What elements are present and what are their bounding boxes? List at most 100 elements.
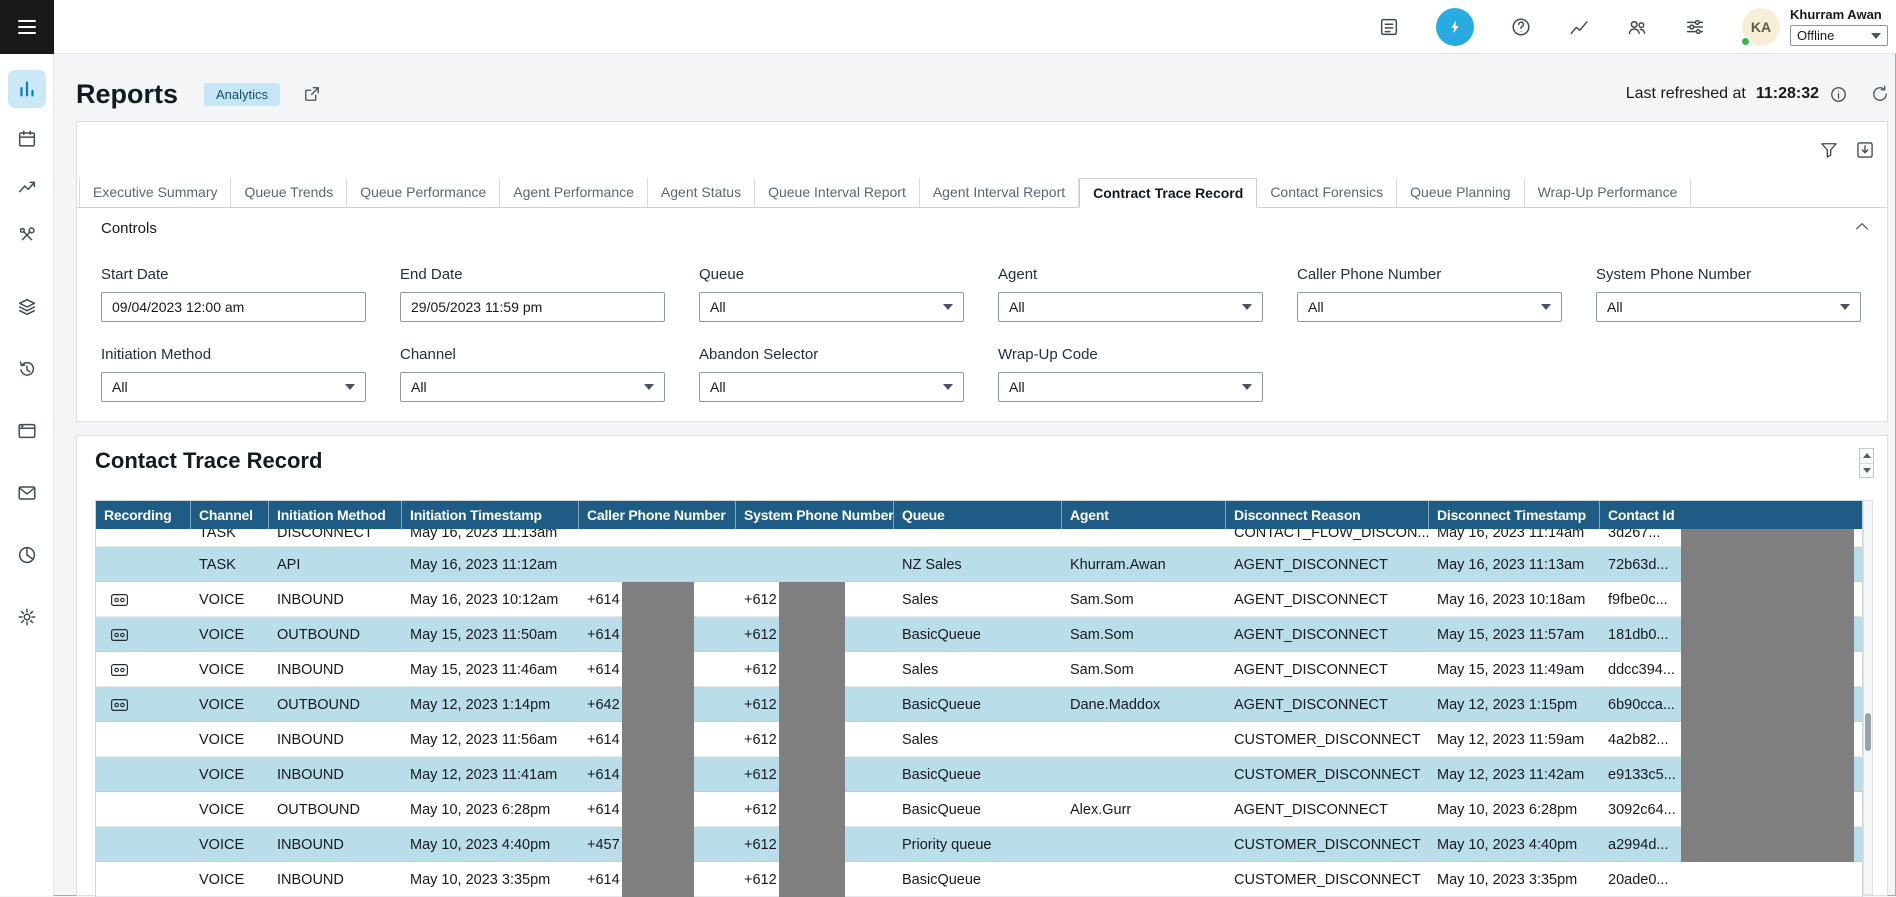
cell-initiation-method: INBOUND [269, 827, 402, 862]
table-row[interactable]: VOICEINBOUNDMay 10, 2023 3:35pm+614+612B… [96, 862, 1862, 897]
cell-queue: Priority queue [894, 827, 1062, 862]
metrics-icon[interactable] [1568, 16, 1590, 38]
tab-queue-interval-report[interactable]: Queue Interval Report [755, 178, 920, 207]
cell-recording [96, 792, 191, 827]
column-header-contact-id[interactable]: Contact Id [1600, 501, 1862, 529]
filter-caller-phone-number: Caller Phone NumberAll [1297, 266, 1562, 322]
tab-agent-performance[interactable]: Agent Performance [500, 178, 648, 207]
table-row[interactable]: TASKAPIMay 16, 2023 11:12amNZ SalesKhurr… [96, 547, 1862, 582]
table-scrollbar-thumb[interactable] [1865, 713, 1871, 751]
table-stepper[interactable] [1859, 448, 1874, 478]
filter-select-channel[interactable]: All [400, 372, 665, 402]
mail-icon [16, 482, 38, 504]
tab-contact-forensics[interactable]: Contact Forensics [1257, 178, 1397, 207]
filter-label: Abandon Selector [699, 346, 964, 363]
table-body: TASKDISCONNECTMay 16, 2023 11:13amCONTAC… [96, 529, 1862, 897]
column-header-disconnect-timestamp[interactable]: Disconnect Timestamp [1429, 501, 1600, 529]
sidebar-item-history[interactable] [8, 350, 46, 388]
filter-input-start-date[interactable]: 09/04/2023 12:00 am [101, 292, 366, 322]
table-row[interactable]: VOICEINBOUNDMay 15, 2023 11:46am+614+612… [96, 652, 1862, 687]
tab-executive-summary[interactable]: Executive Summary [79, 178, 231, 207]
sidebar-item-mail[interactable] [8, 474, 46, 512]
user-status-select[interactable]: Offline [1790, 25, 1888, 46]
table-row[interactable]: VOICEOUTBOUNDMay 10, 2023 6:28pm+614+612… [96, 792, 1862, 827]
filter-input-end-date[interactable]: 29/05/2023 11:59 pm [400, 292, 665, 322]
tab-wrap-up-performance[interactable]: Wrap-Up Performance [1525, 178, 1692, 207]
collapse-controls-icon[interactable] [1853, 218, 1871, 236]
column-header-queue[interactable]: Queue [894, 501, 1062, 529]
menu-button[interactable] [0, 0, 54, 54]
stepper-down-icon[interactable] [1860, 464, 1873, 478]
dropdown-chevron-icon [1871, 33, 1881, 39]
table-row[interactable]: VOICEINBOUNDMay 12, 2023 11:56am+614+612… [96, 722, 1862, 757]
column-header-recording[interactable]: Recording [96, 501, 191, 529]
table-row[interactable]: VOICEOUTBOUNDMay 12, 2023 1:14pm+642+612… [96, 687, 1862, 722]
cell-agent: Sam.Som [1062, 652, 1226, 687]
column-header-initiation-timestamp[interactable]: Initiation Timestamp [402, 501, 579, 529]
users-icon[interactable] [1626, 16, 1648, 38]
column-header-system-phone-number[interactable]: System Phone Number [736, 501, 894, 529]
flash-button[interactable] [1436, 8, 1474, 46]
column-header-initiation-method[interactable]: Initiation Method [269, 501, 402, 529]
tab-agent-status[interactable]: Agent Status [648, 178, 755, 207]
dropdown-chevron-icon [943, 304, 953, 310]
filter-select-caller-phone-number[interactable]: All [1297, 292, 1562, 322]
table-row[interactable]: VOICEOUTBOUNDMay 15, 2023 11:50am+614+61… [96, 617, 1862, 652]
filter-select-abandon-selector[interactable]: All [699, 372, 964, 402]
sidebar-item-analytics[interactable] [8, 536, 46, 574]
dropdown-chevron-icon [1541, 304, 1551, 310]
topbar: KA Khurram Awan Offline [0, 0, 1896, 54]
table-row[interactable]: VOICEINBOUNDMay 10, 2023 4:40pm+457+612P… [96, 827, 1862, 862]
refresh-icon[interactable] [1870, 84, 1890, 104]
table-row[interactable]: VOICEINBOUNDMay 16, 2023 10:12am+614+612… [96, 582, 1862, 617]
sidebar-item-trends[interactable] [8, 168, 46, 206]
avatar[interactable]: KA [1742, 8, 1780, 46]
sidebar-item-tools[interactable] [8, 216, 46, 254]
filter-icon[interactable] [1819, 140, 1839, 160]
sidebar-item-layers[interactable] [8, 288, 46, 326]
sliders-icon[interactable] [1684, 16, 1706, 38]
tab-queue-planning[interactable]: Queue Planning [1397, 178, 1524, 207]
sidebar-item-window[interactable] [8, 412, 46, 450]
column-header-caller-phone-number[interactable]: Caller Phone Number [579, 501, 736, 529]
tab-queue-performance[interactable]: Queue Performance [347, 178, 500, 207]
cell-agent [1062, 862, 1226, 897]
filter-select-agent[interactable]: All [998, 292, 1263, 322]
layers-icon [16, 296, 38, 318]
column-header-channel[interactable]: Channel [191, 501, 269, 529]
sidebar-item-settings[interactable] [8, 598, 46, 636]
cell-recording [96, 862, 191, 897]
cell-contact-id: 20ade0... [1600, 862, 1862, 897]
sidebar-item-reports[interactable] [8, 70, 46, 108]
help-icon[interactable] [1510, 16, 1532, 38]
filter-select-wrap-up-code[interactable]: All [998, 372, 1263, 402]
cell-agent [1062, 529, 1226, 547]
filter-value: All [112, 379, 128, 395]
column-header-agent[interactable]: Agent [1062, 501, 1226, 529]
cell-system-phone [736, 529, 894, 547]
recording-icon [111, 664, 128, 676]
filter-select-queue[interactable]: All [699, 292, 964, 322]
download-icon[interactable] [1855, 140, 1875, 160]
tab-queue-trends[interactable]: Queue Trends [231, 178, 347, 207]
table-row[interactable]: VOICEINBOUNDMay 12, 2023 11:41am+614+612… [96, 757, 1862, 792]
cell-initiation-timestamp: May 15, 2023 11:46am [402, 652, 579, 687]
info-icon[interactable] [1829, 85, 1848, 104]
cell-initiation-method: INBOUND [269, 652, 402, 687]
dropdown-chevron-icon [1840, 304, 1850, 310]
filter-select-initiation-method[interactable]: All [101, 372, 366, 402]
table-row[interactable]: TASKDISCONNECTMay 16, 2023 11:13amCONTAC… [96, 529, 1862, 547]
redaction-overlay-system-phone [779, 582, 845, 897]
sidebar-item-schedule[interactable] [8, 120, 46, 158]
external-link-icon[interactable] [302, 84, 322, 104]
filter-end-date: End Date29/05/2023 11:59 pm [400, 266, 665, 322]
tab-agent-interval-report[interactable]: Agent Interval Report [920, 178, 1079, 207]
notes-icon[interactable] [1378, 16, 1400, 38]
filter-select-system-phone-number[interactable]: All [1596, 292, 1861, 322]
tab-contract-trace-record[interactable]: Contract Trace Record [1079, 178, 1257, 208]
cell-initiation-method: OUTBOUND [269, 792, 402, 827]
redaction-overlay-caller-phone [622, 582, 694, 897]
column-header-disconnect-reason[interactable]: Disconnect Reason [1226, 501, 1429, 529]
table-scrollbar[interactable] [1863, 500, 1873, 895]
stepper-up-icon[interactable] [1860, 449, 1873, 464]
